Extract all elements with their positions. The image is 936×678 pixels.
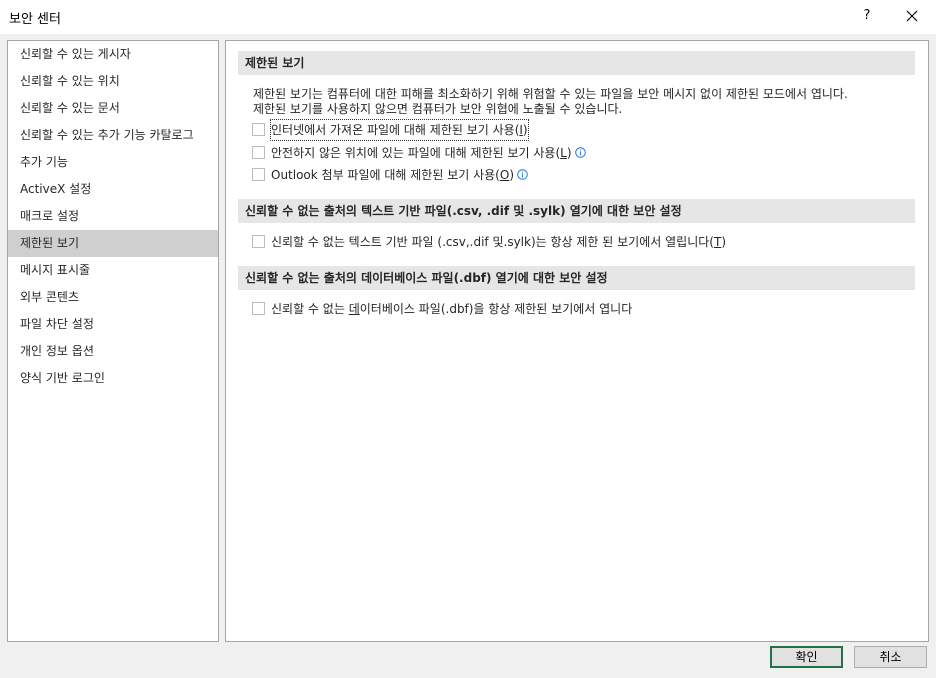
sidebar-item-external-content[interactable]: 외부 콘텐츠: [8, 284, 218, 311]
info-icon[interactable]: [574, 147, 586, 158]
option-label: Outlook 첨부 파일에 대해 제한된 보기 사용(O): [271, 165, 528, 185]
sidebar-item-form-sign-in[interactable]: 양식 기반 로그인: [8, 365, 218, 392]
window-title: 보안 센터: [9, 12, 61, 27]
sidebar-item-message-bar[interactable]: 메시지 표시줄: [8, 257, 218, 284]
ok-button[interactable]: 확인: [770, 646, 843, 668]
sidebar-item-trusted-locations[interactable]: 신뢰할 수 있는 위치: [8, 68, 218, 95]
option-label: 인터넷에서 가져온 파일에 대해 제한된 보기 사용(I): [270, 119, 529, 141]
cancel-button[interactable]: 취소: [854, 646, 927, 668]
checkbox-database-files[interactable]: [252, 302, 265, 315]
description-line-1: 제한된 보기는 컴퓨터에 대한 피해를 최소화하기 위해 위험할 수 있는 파일…: [253, 87, 848, 101]
section-header-protected-view: 제한된 보기: [238, 51, 915, 75]
option-label: 신뢰할 수 없는 데이터베이스 파일(.dbf)을 항상 제한된 보기에서 엽니…: [271, 302, 633, 316]
content-pane: 제한된 보기 제한된 보기는 컴퓨터에 대한 피해를 최소화하기 위해 위험할 …: [225, 40, 929, 642]
option-label: 신뢰할 수 없는 텍스트 기반 파일 (.csv,.dif 및.sylk)는 항…: [271, 235, 726, 249]
help-button[interactable]: ?: [853, 4, 881, 28]
sidebar-item-protected-view[interactable]: 제한된 보기: [8, 230, 218, 257]
sidebar-item-macro-settings[interactable]: 매크로 설정: [8, 203, 218, 230]
sidebar-item-file-block[interactable]: 파일 차단 설정: [8, 311, 218, 338]
close-button[interactable]: [898, 4, 926, 28]
close-icon: [906, 10, 918, 22]
option-label: 안전하지 않은 위치에 있는 파일에 대해 제한된 보기 사용(L): [271, 143, 586, 163]
sidebar-item-addins[interactable]: 추가 기능: [8, 149, 218, 176]
sidebar-item-activex[interactable]: ActiveX 설정: [8, 176, 218, 203]
checkbox-text-files[interactable]: [252, 235, 265, 248]
sidebar-item-trusted-addin-catalogs[interactable]: 신뢰할 수 있는 추가 기능 카탈로그: [8, 122, 218, 149]
sidebar: 신뢰할 수 있는 게시자 신뢰할 수 있는 위치 신뢰할 수 있는 문서 신뢰할…: [7, 40, 219, 642]
title-bar: 보안 센터 ?: [0, 0, 936, 34]
sidebar-item-privacy-options[interactable]: 개인 정보 옵션: [8, 338, 218, 365]
sidebar-item-trusted-documents[interactable]: 신뢰할 수 있는 문서: [8, 95, 218, 122]
description-line-2: 제한된 보기를 사용하지 않으면 컴퓨터가 보안 위협에 노출될 수 있습니다.: [253, 102, 623, 116]
info-icon[interactable]: [517, 169, 528, 180]
sidebar-item-trusted-publishers[interactable]: 신뢰할 수 있는 게시자: [8, 41, 218, 68]
section-header-database-files: 신뢰할 수 없는 출처의 데이터베이스 파일(.dbf) 열기에 대한 보안 설…: [238, 266, 915, 290]
checkbox-outlook-attachments[interactable]: [252, 168, 265, 181]
checkbox-unsafe-locations[interactable]: [252, 146, 265, 159]
section-header-text-files: 신뢰할 수 없는 출처의 텍스트 기반 파일(.csv, .dif 및 .syl…: [238, 199, 915, 223]
checkbox-internet-files[interactable]: [252, 123, 265, 136]
